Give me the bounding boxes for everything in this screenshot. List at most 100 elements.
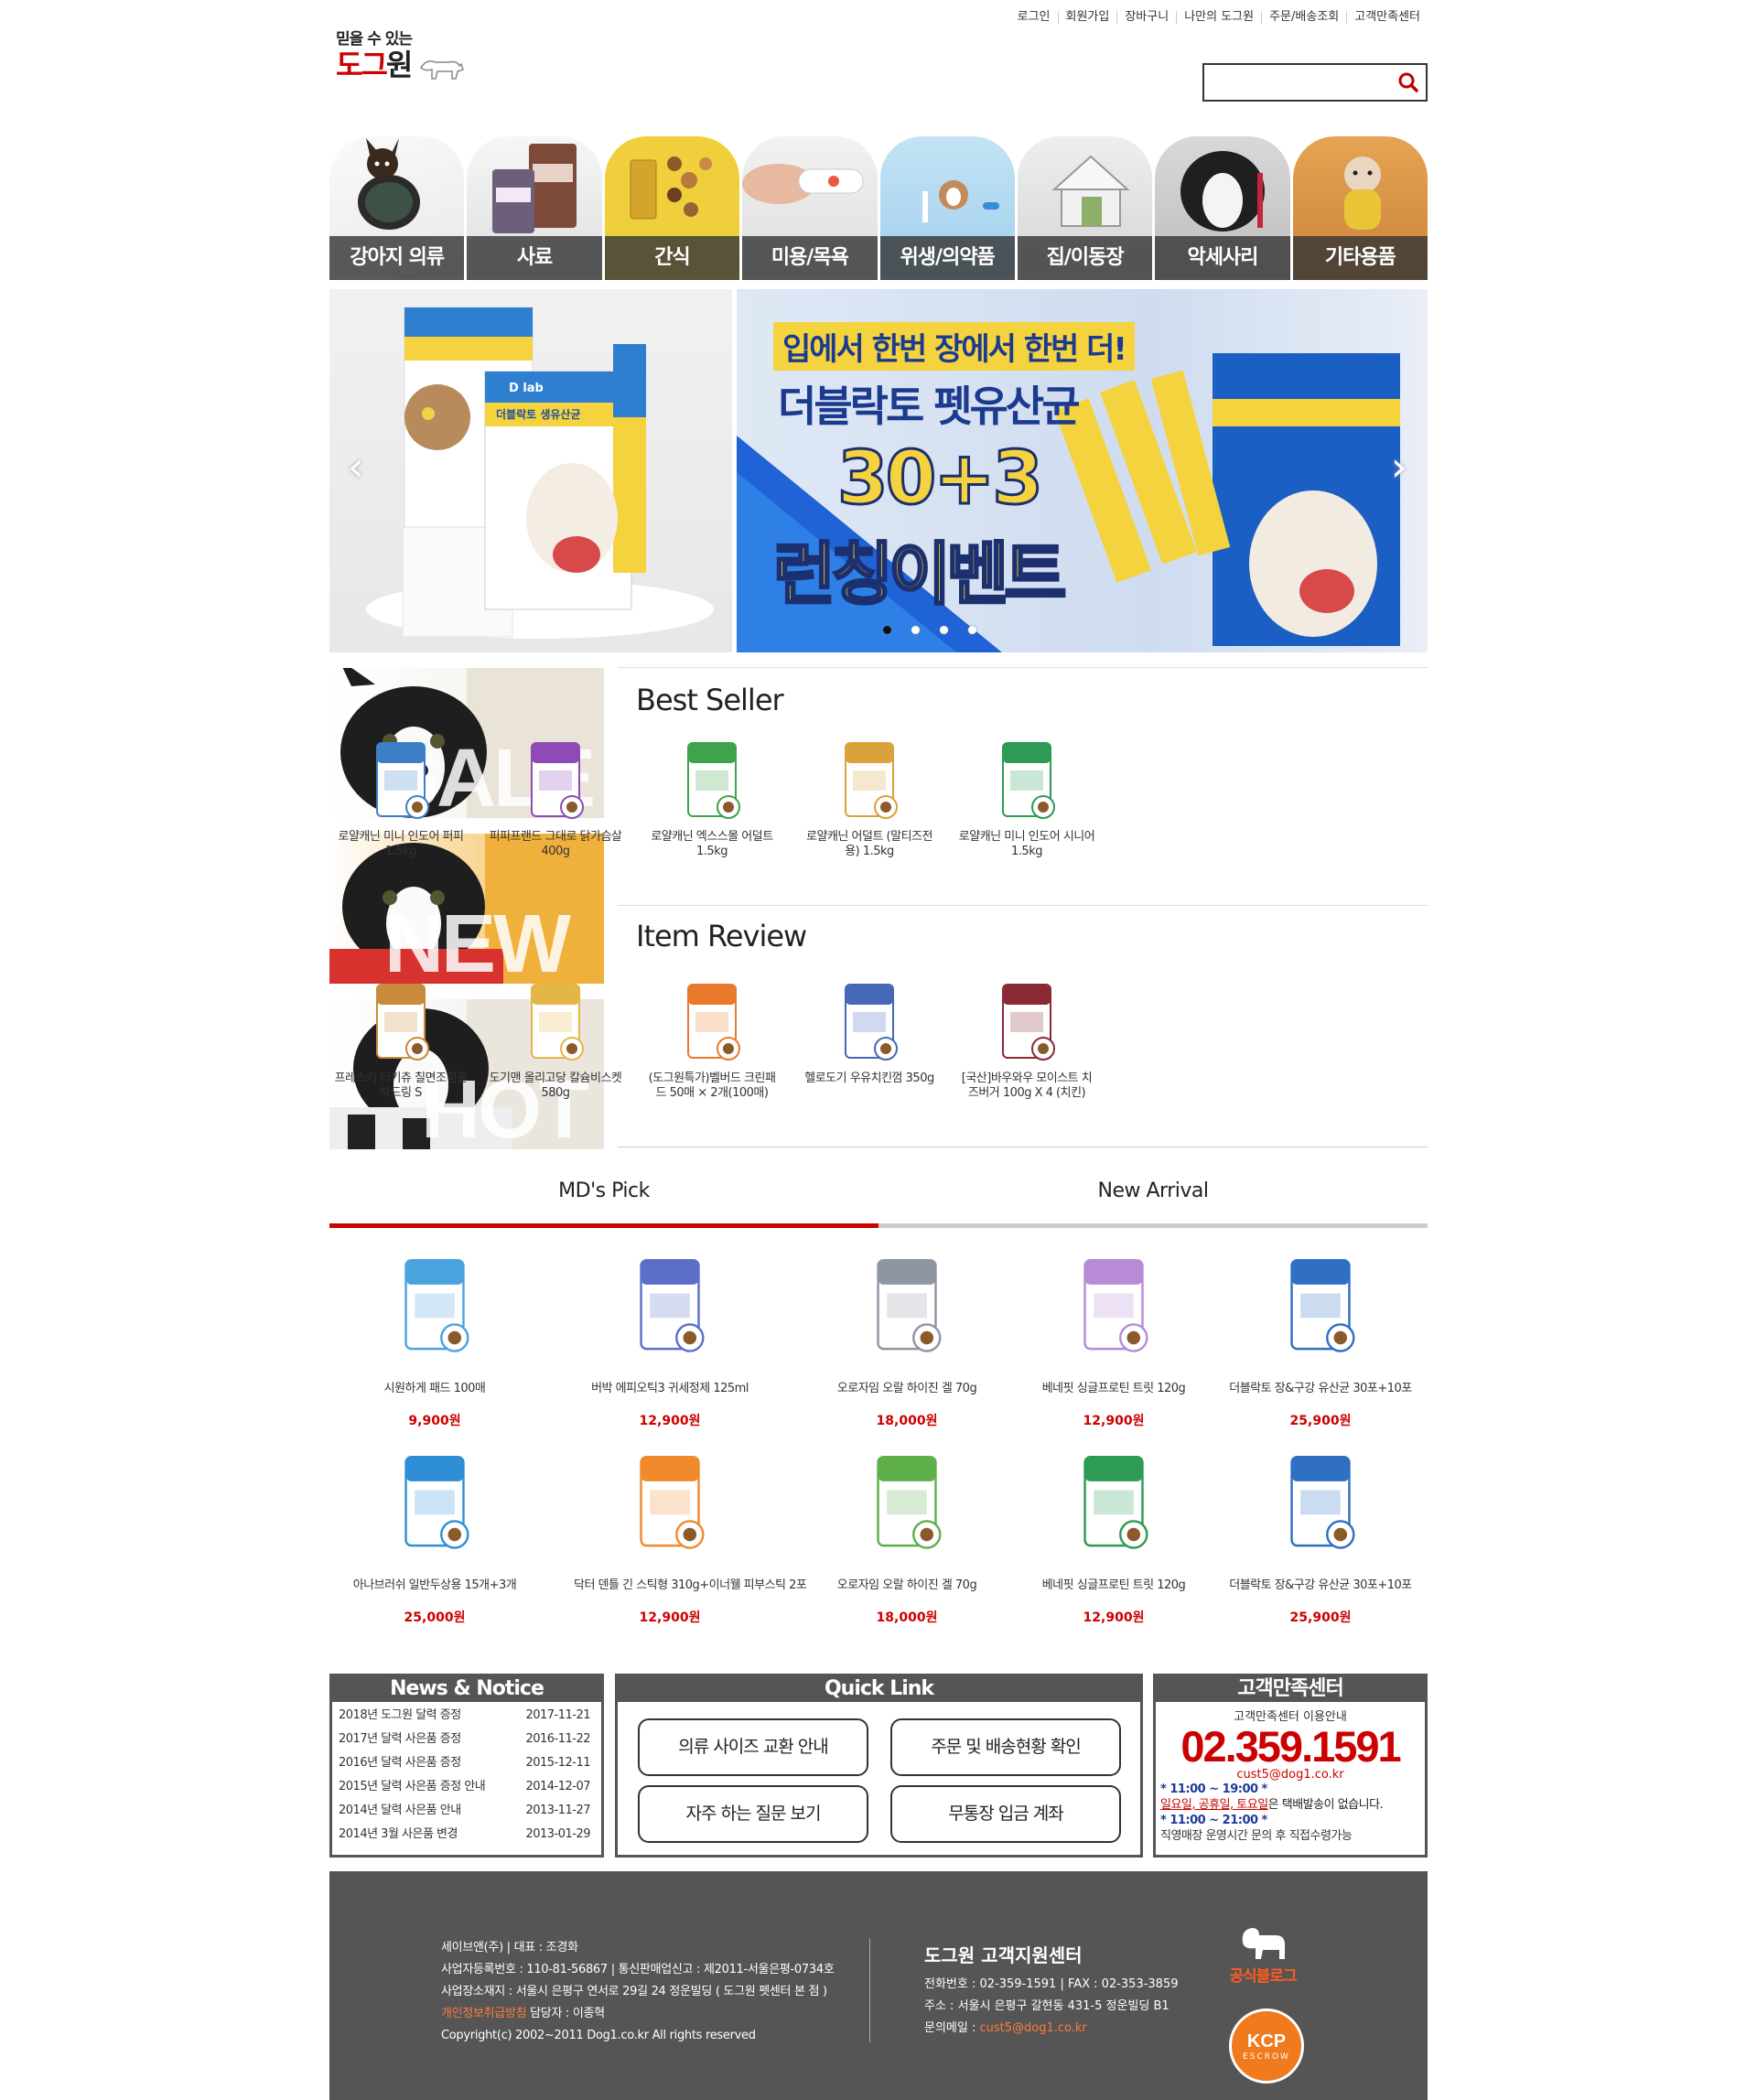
banner-next-arrow[interactable]: ›	[1391, 445, 1409, 490]
news-item-date: 2013-11-27	[525, 1804, 590, 1817]
category-etc[interactable]: 기타용품	[1292, 136, 1428, 280]
banner-headline: 입에서 한번 장에서 한번 더!	[773, 322, 1135, 371]
news-item-title: 2018년 도그원 달력 증정	[339, 1708, 461, 1722]
banner-left-graphic: D lab 더블락토 생유산균	[366, 307, 714, 639]
news-item-date: 2013-01-29	[525, 1827, 590, 1841]
footer-addr: 주소 : 서울시 은평구 갈현동 431-5 정운빌딩 B1	[924, 1999, 1170, 2013]
banner-event: 런칭이벤트	[771, 534, 1067, 616]
product-card[interactable]: 로얄캐닌 미니 인도어 퍼피 1.5kg	[332, 738, 469, 859]
privacy-policy-link[interactable]: 개인정보취급방침	[441, 2007, 527, 2020]
customer-center-link[interactable]: 고객만족센터	[1346, 11, 1428, 24]
md-pick-item[interactable]: 베네핏 싱글프로틴 트릿 120g 12,900원	[1018, 1254, 1210, 1429]
md-pick-item[interactable]: 더블락토 장&구강 유산균 30포+10포 25,900원	[1224, 1254, 1417, 1429]
product-card[interactable]: 피피프랜드 그대로 닭가슴살 400g	[487, 738, 624, 859]
food-photo	[492, 144, 577, 233]
tab-md-pick[interactable]: MD's Pick	[329, 1162, 878, 1228]
cs-hours-delivery: * 11:00 ~ 19:00 *	[1160, 1782, 1267, 1796]
product-card[interactable]: 로얄캐닌 어덜트 (말티즈전용) 1.5kg	[801, 738, 938, 859]
banner-product-photo: D lab 더블락토 생유산균	[329, 289, 732, 652]
product-image	[376, 742, 429, 819]
footer-support-info: 도그원 고객지원센터 전화번호 : 02-359-1591 | FAX : 02…	[924, 1944, 1179, 2040]
footer-address: 사업장소재지 : 서울시 은평구 연서로 29길 24 정운빌딩 ( 도그원 펫…	[441, 1985, 827, 1998]
bank-account-button[interactable]: 무통장 입금 계좌	[890, 1785, 1121, 1843]
search-icon[interactable]	[1398, 72, 1418, 92]
footer-divider	[869, 1938, 870, 2042]
md-pick-item[interactable]: 버박 에피오틱3 귀세정제 125ml 12,900원	[574, 1254, 766, 1429]
md-pick-item[interactable]: 베네핏 싱글프로틴 트릿 120g 12,900원	[1018, 1450, 1210, 1626]
category-hygiene[interactable]: 위생/의약품	[879, 136, 1015, 280]
product-card[interactable]: 프레스키 터키츄 칠면조힘줄 하드링 S	[332, 979, 469, 1101]
search-input[interactable]	[1210, 66, 1384, 99]
product-price: 12,900원	[1083, 1414, 1145, 1428]
product-price: 18,000원	[876, 1610, 938, 1625]
banner-dot[interactable]	[940, 626, 948, 634]
product-image	[877, 1259, 942, 1352]
product-image	[845, 742, 898, 819]
md-pick-item[interactable]: 오로자임 오랄 하이진 겔 70g 18,000원	[811, 1450, 1003, 1626]
faq-button[interactable]: 자주 하는 질문 보기	[638, 1785, 868, 1843]
dog-icon	[420, 60, 465, 80]
news-item[interactable]: 2014년 달력 사은품 안내 2013-11-27	[332, 1799, 601, 1823]
product-name: 베네핏 싱글프로틴 트릿 120g	[1041, 1382, 1186, 1395]
product-card[interactable]: 로얄캐닌 미니 인도어 시니어 1.5kg	[958, 738, 1095, 859]
product-card[interactable]: 도기맨 올리고당 칼슘비스켓 580g	[487, 979, 624, 1101]
news-item[interactable]: 2016년 달력 사은품 증정 2015-12-11	[332, 1751, 601, 1775]
section-divider	[618, 667, 1428, 668]
product-name: 로얄캐닌 엑스스몰 어덜트 1.5kg	[651, 830, 773, 858]
news-item[interactable]: 2017년 달력 사은품 증정 2016-11-22	[332, 1728, 601, 1751]
tab-new-arrival[interactable]: New Arrival	[878, 1162, 1428, 1228]
banner-dot[interactable]	[911, 626, 920, 634]
login-link[interactable]: 로그인	[1010, 11, 1058, 24]
cart-link[interactable]: 장바구니	[1116, 11, 1176, 24]
etc-photo	[1343, 156, 1381, 230]
category-grooming[interactable]: 미용/목욕	[742, 136, 878, 280]
category-snacks[interactable]: 간식	[604, 136, 740, 280]
banner-product-name: 더블락토 펫유산균	[778, 382, 1081, 431]
news-item[interactable]: 2014년 3월 사은품 변경 2013-01-29	[332, 1823, 601, 1847]
size-exchange-button[interactable]: 의류 사이즈 교환 안내	[638, 1718, 868, 1776]
category-food[interactable]: 사료	[467, 136, 602, 280]
banner-offer: 30+3	[835, 435, 1044, 522]
category-house[interactable]: 집/이동장	[1017, 136, 1153, 280]
product-image	[376, 984, 429, 1061]
news-item[interactable]: 2015년 달력 사은품 증정 안내 2014-12-07	[332, 1775, 601, 1799]
product-card[interactable]: (도그원특가)벨버드 크린패드 50매 × 2개(100매)	[643, 979, 781, 1101]
product-card[interactable]: 로얄캐닌 엑스스몰 어덜트 1.5kg	[643, 738, 781, 859]
md-pick-item[interactable]: 닥터 덴틀 긴 스틱형 310g+이너웰 피부스틱 2포 12,900원	[574, 1450, 807, 1626]
new-label: NEW	[384, 899, 571, 984]
hygiene-photo	[922, 180, 999, 222]
kcp-escrow-badge[interactable]: KCP ESCROW	[1229, 2008, 1304, 2084]
mypage-link[interactable]: 나만의 도그원	[1176, 11, 1261, 24]
banner-dot[interactable]	[883, 626, 891, 634]
main-banner[interactable]: D lab 더블락토 생유산균 입에서 한번 장에서 한번 더! 더블락토 펫유…	[329, 289, 1428, 652]
product-image	[404, 1259, 469, 1352]
md-pick-item[interactable]: 오로자임 오랄 하이진 겔 70g 18,000원	[811, 1254, 1003, 1429]
category-label: 간식	[604, 236, 740, 280]
product-card[interactable]: [국산]바우와우 모이스트 치즈버거 100g X 4 (치킨)	[958, 979, 1095, 1101]
md-pick-item[interactable]: 더블락토 장&구강 유산균 30포+10포 25,900원	[1224, 1450, 1417, 1626]
product-image	[877, 1456, 942, 1549]
category-accessories[interactable]: 악세사리	[1155, 136, 1290, 280]
order-tracking-link[interactable]: 주문/배송조회	[1261, 11, 1346, 24]
banner-box-title: 더블락토 생유산균	[496, 407, 581, 421]
footer: 세이브앤(주) | 대표 : 조경화 사업자등록번호 : 110-81-5686…	[329, 1871, 1428, 2100]
official-blog-link[interactable]: 공식블로그	[1226, 1922, 1299, 1986]
product-image	[640, 1456, 705, 1549]
banner-prev-arrow[interactable]: ‹	[348, 445, 366, 490]
banner-dot[interactable]	[968, 626, 976, 634]
product-price: 25,900원	[1289, 1610, 1352, 1625]
order-status-button[interactable]: 주문 및 배송현황 확인	[890, 1718, 1121, 1776]
md-pick-item[interactable]: 아나브러쉬 일반두상용 15개+3개 25,000원	[339, 1450, 531, 1626]
news-item[interactable]: 2018년 도그원 달력 증정 2017-11-21	[332, 1704, 601, 1728]
product-image	[640, 1259, 705, 1352]
grooming-photo	[742, 164, 864, 204]
news-item-date: 2016-11-22	[525, 1732, 590, 1746]
category-clothing[interactable]: 강아지 의류	[329, 136, 465, 280]
cs-holiday-note: 일요일, 공휴일, 토요일은 택배발송이 없습니다.	[1160, 1798, 1384, 1812]
product-name: 프레스키 터키츄 칠면조힘줄 하드링 S	[334, 1072, 468, 1100]
site-logo[interactable]: 믿을 수 있는 도그원	[336, 26, 473, 90]
signup-link[interactable]: 회원가입	[1057, 11, 1117, 24]
product-card[interactable]: 헬로도기 우유치킨껌 350g	[801, 979, 938, 1086]
md-pick-item[interactable]: 시원하게 패드 100매 9,900원	[339, 1254, 531, 1429]
product-name: 헬로도기 우유치킨껌 350g	[804, 1072, 934, 1085]
